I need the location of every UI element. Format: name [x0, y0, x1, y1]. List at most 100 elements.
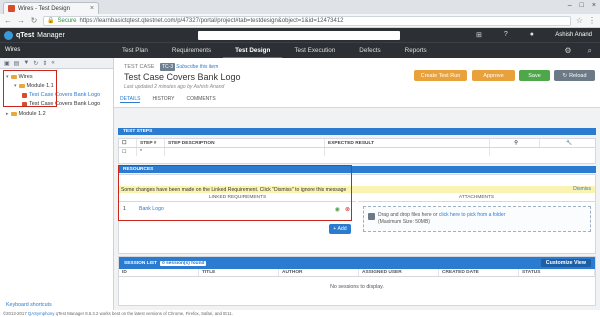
- forward-icon[interactable]: →: [17, 16, 25, 25]
- expected-result-cell[interactable]: [325, 148, 490, 156]
- test-steps-title: TEST STEPS: [123, 129, 153, 134]
- tree-root[interactable]: ▾ Wires: [6, 74, 33, 80]
- select-all-checkbox[interactable]: ☐: [119, 139, 137, 147]
- col-title[interactable]: TITLE: [199, 269, 279, 276]
- tab-defects[interactable]: Defects: [347, 43, 392, 59]
- reload-icon: ↻: [562, 72, 568, 79]
- col-author[interactable]: AUTHOR: [279, 269, 359, 276]
- tools-col-icon: 🔧: [566, 140, 572, 146]
- url-input[interactable]: 🔒 Secure https://learnbasictqtest.qtestn…: [43, 15, 571, 26]
- tab-test-plan[interactable]: Test Plan: [110, 43, 160, 59]
- refresh-tree-icon[interactable]: ↻: [33, 60, 38, 67]
- session-list-label: SESSION LIST: [124, 260, 158, 266]
- settings-gear-icon[interactable]: ⚙: [564, 46, 571, 56]
- notification-icon[interactable]: ●: [530, 31, 534, 39]
- collapse-icon[interactable]: «: [51, 60, 54, 66]
- linked-requirement-link[interactable]: Bank Logo: [139, 206, 164, 212]
- secure-label: Secure: [57, 17, 77, 24]
- folder-icon: [18, 84, 25, 88]
- tab-reports[interactable]: Reports: [393, 43, 439, 59]
- pick-folder-link[interactable]: click here to pick from a folder: [439, 212, 505, 218]
- reload-button[interactable]: ↻ Reload: [554, 70, 595, 81]
- folder-icon: [10, 112, 17, 116]
- expand-arrow-icon: ▾: [6, 74, 9, 80]
- session-columns: ID TITLE AUTHOR ASSIGNED USER CREATED DATE ST…: [119, 269, 595, 277]
- test-steps-header[interactable]: TEST STEPS: [118, 128, 596, 135]
- attachment-col-icon: ⚲: [490, 139, 540, 147]
- create-test-run-button[interactable]: Create Test Run: [414, 70, 467, 81]
- lock-icon: 🔒: [47, 18, 55, 24]
- save-button[interactable]: Save: [519, 70, 550, 81]
- tree-item-selected[interactable]: Test Case Covers Bank Logo: [22, 92, 100, 98]
- new-test-case-icon[interactable]: ▤: [14, 60, 20, 67]
- tab-test-design[interactable]: Test Design: [223, 43, 283, 59]
- address-bar: ← → ↻ 🔒 Secure https://learnbasictqtest.…: [0, 14, 600, 28]
- add-requirement-button[interactable]: + Add: [329, 224, 351, 234]
- row-checkbox[interactable]: ☐: [119, 148, 137, 156]
- linked-change-banner: Some changes have been made on the Linke…: [119, 186, 595, 193]
- user-name[interactable]: Ashish Anand: [555, 32, 592, 38]
- tab-requirements[interactable]: Requirements: [160, 43, 223, 59]
- steps-grid-header: ☐ STEP # STEP DESCRIPTION EXPECTED RESUL…: [119, 139, 595, 148]
- approve-button[interactable]: Approve: [472, 70, 515, 81]
- resources-panel: Some changes have been made on the Linke…: [118, 174, 596, 254]
- save-label: Save: [528, 72, 541, 79]
- new-step-row[interactable]: ☐ *: [119, 148, 595, 156]
- close-tab-icon[interactable]: ×: [90, 5, 94, 12]
- step-description-cell[interactable]: [165, 148, 325, 156]
- col-created-date[interactable]: CREATED DATE: [439, 269, 519, 276]
- last-updated-text: Last updated 2 minutes ago by Ashish Ana…: [124, 84, 225, 90]
- close-window-icon[interactable]: ×: [592, 2, 596, 9]
- apps-grid-icon[interactable]: ⊞: [476, 31, 482, 39]
- col-assigned-user[interactable]: ASSIGNED USER: [359, 269, 439, 276]
- subtab-details[interactable]: DETAILS: [120, 96, 141, 103]
- browser-tabbar: Wires - Test Design × – □ ×: [0, 0, 600, 14]
- col-status[interactable]: STATUS: [519, 269, 595, 276]
- global-search-input[interactable]: [198, 30, 400, 40]
- tree-module-1-1[interactable]: ▾ Module 1.1: [14, 83, 54, 89]
- app-header: qTest Manager ⊞ ? ● Ashish Anand: [0, 28, 600, 42]
- col-id[interactable]: ID: [119, 269, 199, 276]
- linked-requirement-row[interactable]: 1 Bank Logo ◉ ⊗: [119, 205, 356, 213]
- maximize-icon[interactable]: □: [580, 2, 584, 9]
- keyboard-shortcuts-link[interactable]: Keyboard shortcuts: [6, 302, 52, 308]
- remove-icon[interactable]: ⊗: [345, 206, 350, 213]
- session-list-panel: SESSION LIST 0 session(s) found Customiz…: [118, 256, 596, 306]
- minimize-icon[interactable]: –: [568, 2, 572, 9]
- resources-title: RESOURCES: [123, 167, 154, 172]
- customize-view-button[interactable]: Customize View: [540, 259, 591, 267]
- browser-menu-icon[interactable]: ⋮: [588, 16, 596, 25]
- filter-icon[interactable]: ▼: [23, 60, 29, 66]
- approve-label: Approve: [483, 72, 504, 79]
- test-case-id-badge: TC-3: [160, 63, 176, 71]
- subtab-comments[interactable]: COMMENTS: [187, 96, 216, 103]
- reload-page-icon[interactable]: ↻: [30, 16, 38, 25]
- browser-tab[interactable]: Wires - Test Design ×: [3, 2, 99, 14]
- search-icon[interactable]: ⌕: [588, 46, 592, 56]
- subtab-history[interactable]: HISTORY: [152, 96, 174, 103]
- bookmark-star-icon[interactable]: ☆: [576, 16, 583, 25]
- resources-header[interactable]: RESOURCES: [118, 166, 596, 173]
- brand-name: qTest: [16, 31, 35, 39]
- session-list-header: SESSION LIST 0 session(s) found Customiz…: [119, 257, 595, 269]
- tree-module-label: Module 1.1: [26, 83, 54, 89]
- new-folder-icon[interactable]: ▣: [4, 60, 10, 67]
- tree-item[interactable]: Test Case Covers Bank Logo: [22, 101, 100, 107]
- col-step-number: STEP #: [137, 139, 165, 147]
- help-icon[interactable]: ?: [504, 31, 508, 39]
- tab-test-execution[interactable]: Test Execution: [282, 43, 347, 59]
- collapse-arrow-icon: ▸: [6, 111, 9, 117]
- page-title[interactable]: Test Case Covers Bank Logo: [124, 72, 241, 82]
- back-icon[interactable]: ←: [4, 16, 12, 25]
- project-selector[interactable]: Wires: [5, 47, 20, 53]
- view-eye-icon[interactable]: ◉: [335, 206, 340, 213]
- expand-icon[interactable]: ⇕: [42, 60, 47, 67]
- tree-module-1-2[interactable]: ▸ Module 1.2: [6, 111, 46, 117]
- folder-icon: [10, 75, 17, 79]
- subscribe-link[interactable]: Subscribe this item: [176, 64, 218, 70]
- qtest-logo-icon: [4, 30, 13, 40]
- attachment-dropzone[interactable]: Drag and drop files here or click here t…: [363, 206, 591, 232]
- tree-root-label: Wires: [18, 74, 33, 80]
- dismiss-link[interactable]: Dismiss: [573, 186, 591, 192]
- company-link[interactable]: QASymphony: [28, 311, 55, 316]
